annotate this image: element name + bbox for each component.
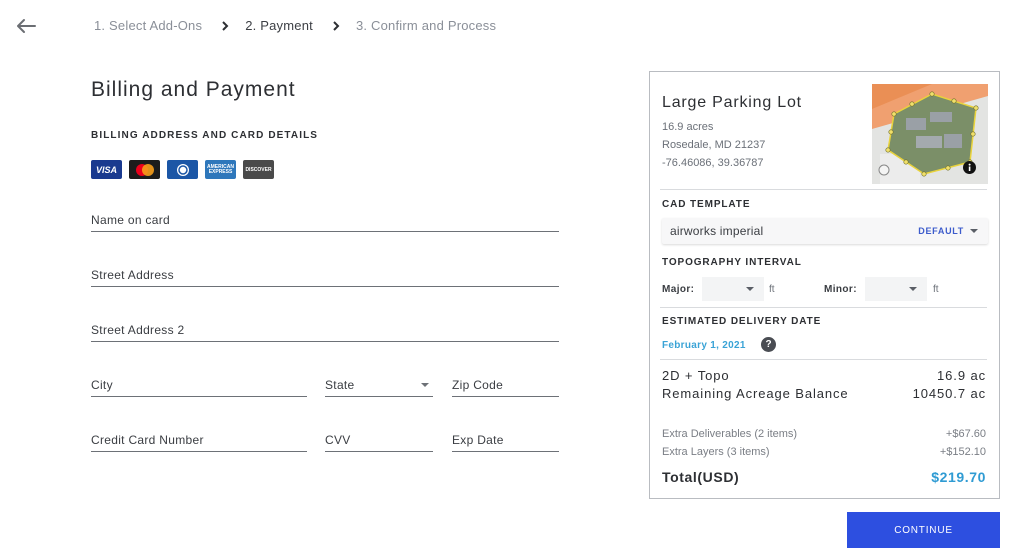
total-value: $219.70 xyxy=(931,469,986,485)
project-acres: 16.9 acres xyxy=(662,121,714,133)
credit-card-number-label: Credit Card Number xyxy=(91,433,204,447)
order-summary-panel: Large Parking Lot 16.9 acres Rosedale, M… xyxy=(649,71,1000,499)
major-interval-select[interactable] xyxy=(702,277,764,301)
help-icon[interactable]: ? xyxy=(761,337,776,352)
chevron-right-icon xyxy=(222,20,229,31)
dropdown-caret-icon xyxy=(421,383,429,387)
cvv-field[interactable]: CVV xyxy=(325,428,433,452)
dropdown-caret-icon xyxy=(746,287,754,291)
extra-item: Extra Layers (3 items) +$152.10 xyxy=(662,446,986,458)
visa-card-icon: VISA xyxy=(91,160,122,179)
city-field[interactable]: City xyxy=(91,373,307,397)
city-label: City xyxy=(91,378,113,392)
exp-date-label: Exp Date xyxy=(452,433,504,447)
continue-button[interactable]: CONTINUE xyxy=(847,512,1000,548)
name-on-card-label: Name on card xyxy=(91,213,170,227)
extra-item-value: +$67.60 xyxy=(945,428,986,440)
extra-item-label: Extra Layers (3 items) xyxy=(662,446,770,458)
major-unit: ft xyxy=(769,284,775,295)
back-arrow-icon[interactable] xyxy=(14,14,38,38)
step-confirm-and-process[interactable]: 3. Confirm and Process xyxy=(356,18,496,33)
state-label: State xyxy=(325,378,355,392)
chevron-right-icon xyxy=(333,20,340,31)
line-item-label: 2D + Topo xyxy=(662,368,730,383)
dropdown-caret-icon xyxy=(970,229,978,233)
street-address-2-field[interactable]: Street Address 2 xyxy=(91,318,559,342)
total-row: Total(USD) $219.70 xyxy=(662,469,986,485)
billing-section-label: BILLING ADDRESS AND CARD DETAILS xyxy=(91,130,319,141)
minor-label: Minor: xyxy=(824,284,857,295)
line-item-label: Remaining Acreage Balance xyxy=(662,386,849,401)
info-icon[interactable] xyxy=(963,161,976,174)
line-item: Remaining Acreage Balance 10450.7 ac xyxy=(662,386,986,401)
minor-interval-select[interactable] xyxy=(865,277,927,301)
major-label: Major: xyxy=(662,284,695,295)
checkout-stepper: 1. Select Add-Ons 2. Payment 3. Confirm … xyxy=(94,18,496,33)
cad-template-select[interactable]: airworks imperial DEFAULT xyxy=(662,218,988,244)
mastercard-card-icon xyxy=(129,160,160,179)
street-address-label: Street Address xyxy=(91,268,174,282)
amex-card-icon: AMERICAN EXPRESS xyxy=(205,160,236,179)
step-select-add-ons[interactable]: 1. Select Add-Ons xyxy=(94,18,202,33)
state-select[interactable]: State xyxy=(325,373,433,397)
topography-interval-label: TOPOGRAPHY INTERVAL xyxy=(662,257,802,268)
cad-template-value: airworks imperial xyxy=(670,224,764,238)
project-title: Large Parking Lot xyxy=(662,94,802,111)
extra-item-label: Extra Deliverables (2 items) xyxy=(662,428,798,440)
project-location: Rosedale, MD 21237 xyxy=(662,139,766,151)
diners-card-icon xyxy=(167,160,198,179)
cad-template-label: CAD TEMPLATE xyxy=(662,199,751,210)
default-badge: DEFAULT xyxy=(918,226,964,236)
name-on-card-field[interactable]: Name on card xyxy=(91,208,559,232)
cvv-label: CVV xyxy=(325,433,351,447)
total-label: Total(USD) xyxy=(662,469,740,485)
divider xyxy=(660,307,987,308)
minor-unit: ft xyxy=(933,284,939,295)
credit-card-number-field[interactable]: Credit Card Number xyxy=(91,428,307,452)
zip-code-label: Zip Code xyxy=(452,378,504,392)
project-coordinates: -76.46086, 39.36787 xyxy=(662,157,764,169)
delivery-date-label: ESTIMATED DELIVERY DATE xyxy=(662,316,822,327)
line-item-value: 10450.7 ac xyxy=(912,386,986,401)
delivery-date: February 1, 2021 xyxy=(662,340,746,351)
zip-code-field[interactable]: Zip Code xyxy=(452,373,559,397)
street-address-2-label: Street Address 2 xyxy=(91,323,185,337)
accepted-cards: VISA AMERICAN EXPRESS DISCOVER xyxy=(91,160,274,179)
line-item: 2D + Topo 16.9 ac xyxy=(662,368,986,383)
dropdown-caret-icon xyxy=(909,287,917,291)
divider xyxy=(660,359,987,360)
extra-item-value: +$152.10 xyxy=(939,446,986,458)
line-item-value: 16.9 ac xyxy=(937,368,986,383)
street-address-field[interactable]: Street Address xyxy=(91,263,559,287)
step-payment[interactable]: 2. Payment xyxy=(245,18,313,33)
page-title: Billing and Payment xyxy=(91,78,296,101)
divider xyxy=(660,189,987,190)
discover-card-icon: DISCOVER xyxy=(243,160,274,179)
exp-date-field[interactable]: Exp Date xyxy=(452,428,559,452)
extra-item: Extra Deliverables (2 items) +$67.60 xyxy=(662,428,986,440)
